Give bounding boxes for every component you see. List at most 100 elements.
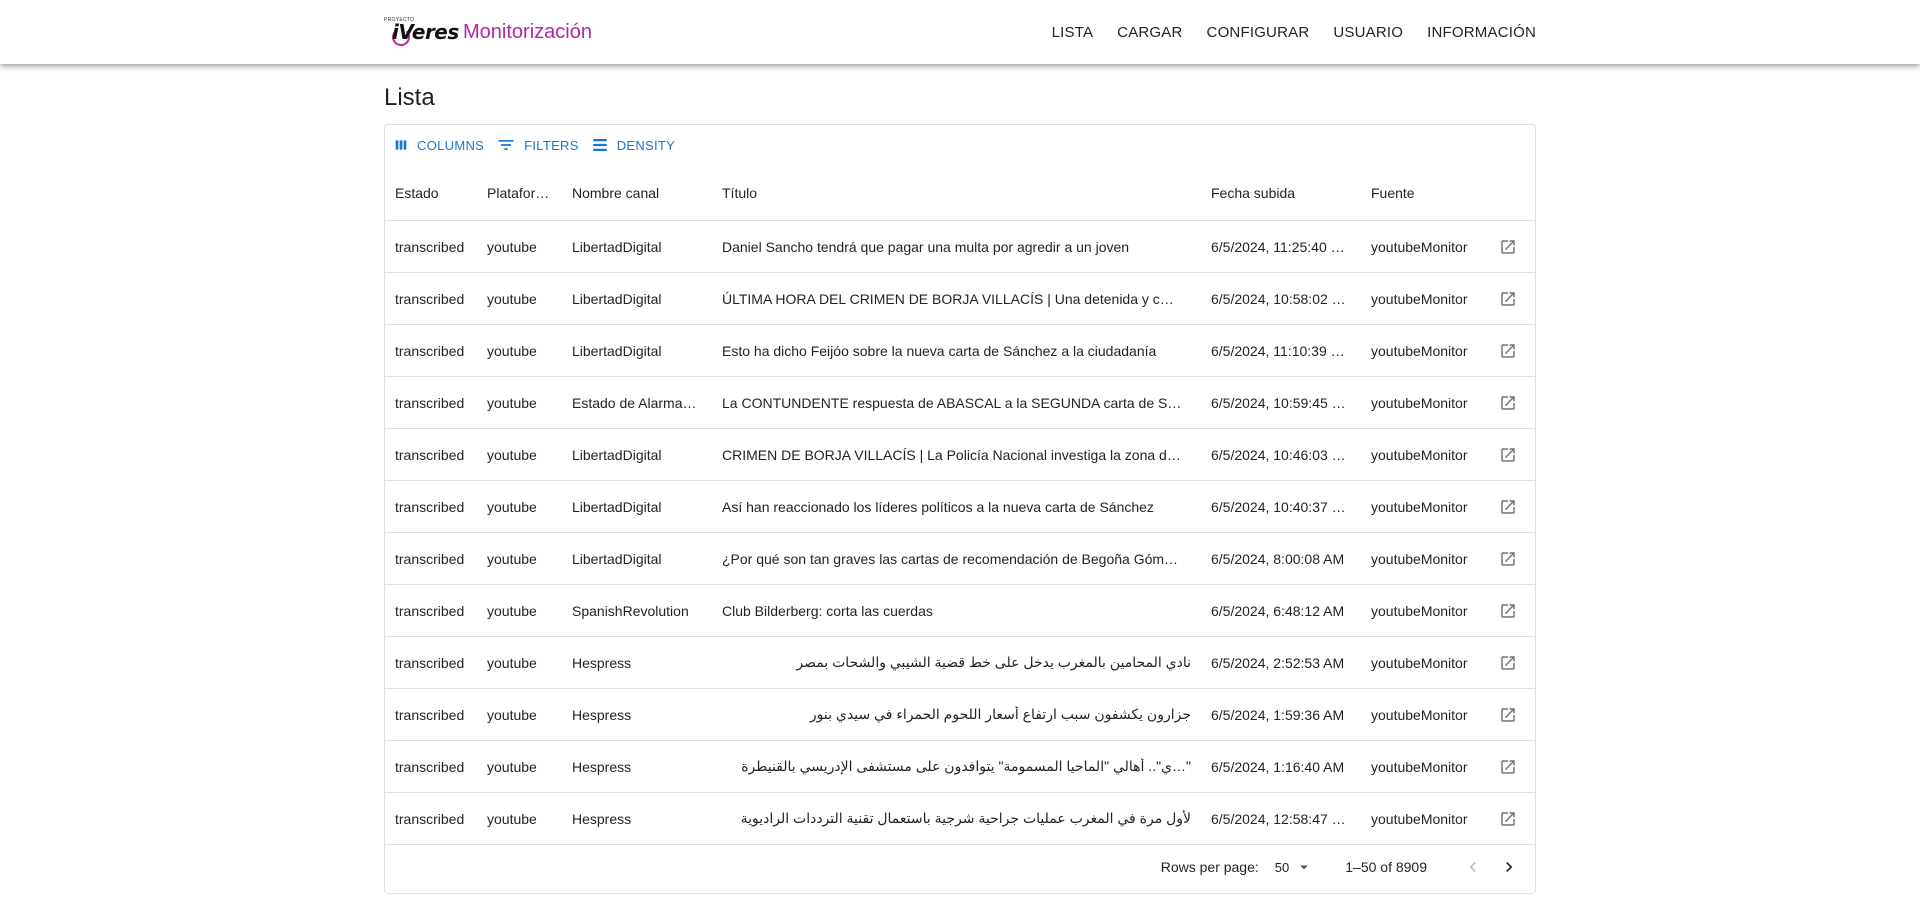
nav-item-configurar[interactable]: CONFIGURAR — [1195, 16, 1322, 49]
dropdown-arrow-icon — [1300, 865, 1308, 870]
cell-estado: transcribed — [395, 238, 465, 255]
table-row[interactable]: transcribed youtube LibertadDigital CRIM… — [385, 429, 1535, 481]
cell-fuente: youtubeMonitor — [1371, 342, 1468, 359]
next-page-button[interactable] — [1491, 849, 1527, 885]
cell-fuente: youtubeMonitor — [1371, 810, 1468, 827]
table-row[interactable]: transcribed youtube LibertadDigital ¿Por… — [385, 533, 1535, 585]
open-in-new-icon — [1501, 343, 1515, 358]
table-row[interactable]: transcribed youtube LibertadDigital Así … — [385, 481, 1535, 533]
main-nav: LISTA CARGAR CONFIGURAR USUARIO INFORMAC… — [1040, 16, 1536, 49]
table-row[interactable]: transcribed youtube Hespress "…ي".. أهال… — [385, 741, 1535, 793]
open-in-new-button[interactable] — [1494, 701, 1522, 729]
rows-per-page-select[interactable]: 50 — [1275, 858, 1313, 876]
header-fuente[interactable]: Fuente — [1361, 185, 1481, 201]
rows-per-page-value: 50 — [1274, 859, 1290, 875]
cell-estado: transcribed — [395, 810, 465, 827]
columns-icon — [395, 140, 407, 150]
cell-actions — [1481, 597, 1535, 625]
table-row[interactable]: transcribed youtube Hespress لأول مرة في… — [385, 793, 1535, 845]
app-title[interactable]: Monitorización — [463, 21, 592, 44]
app-bar: PROYECTO iVeres Monitorización LISTA CAR… — [0, 0, 1920, 64]
open-in-new-icon — [1501, 759, 1515, 774]
page-title: Lista — [384, 84, 435, 111]
open-in-new-button[interactable] — [1494, 753, 1522, 781]
table-row[interactable]: transcribed youtube LibertadDigital Esto… — [385, 325, 1535, 377]
table-row[interactable]: transcribed youtube LibertadDigital Dani… — [385, 221, 1535, 273]
open-in-new-button[interactable] — [1494, 233, 1522, 261]
cell-nombre-canal: LibertadDigital — [572, 550, 662, 567]
cell-estado: transcribed — [395, 654, 465, 671]
logo-text: iVeres — [392, 20, 459, 44]
cell-fuente: youtubeMonitor — [1371, 498, 1468, 515]
open-in-new-button[interactable] — [1494, 805, 1522, 833]
table-body: transcribed youtube LibertadDigital Dani… — [385, 221, 1535, 845]
open-in-new-icon — [1501, 551, 1515, 566]
open-in-new-button[interactable] — [1494, 441, 1522, 469]
cell-nombre-canal: Hespress — [572, 758, 632, 775]
cell-nombre-canal: LibertadDigital — [572, 290, 662, 307]
open-in-new-icon — [1501, 239, 1515, 254]
open-in-new-button[interactable] — [1494, 649, 1522, 677]
cell-titulo: Esto ha dicho Feijóo sobre la nueva cart… — [722, 342, 1157, 359]
cell-actions — [1481, 649, 1535, 677]
rows-per-page-label: Rows per page: — [1160, 859, 1259, 875]
cell-fuente: youtubeMonitor — [1371, 654, 1468, 671]
app-logo[interactable]: PROYECTO iVeres — [384, 17, 459, 47]
table-row[interactable]: transcribed youtube Estado de Alarma… La… — [385, 377, 1535, 429]
cell-fuente: youtubeMonitor — [1371, 290, 1468, 307]
table-row[interactable]: transcribed youtube Hespress نادي المحام… — [385, 637, 1535, 689]
open-in-new-button[interactable] — [1494, 389, 1522, 417]
header-fecha-subida[interactable]: Fecha subida — [1201, 185, 1361, 201]
open-in-new-button[interactable] — [1494, 493, 1522, 521]
table-header: Estado Plataforma Nombre canal Título Fe… — [385, 165, 1535, 221]
cell-titulo: نادي المحامين بالمغرب يدخل على خط قضية ا… — [796, 654, 1191, 670]
data-grid: Columns Filters Density Estado Plataform… — [384, 124, 1536, 894]
nav-item-cargar[interactable]: CARGAR — [1105, 16, 1194, 49]
cell-actions — [1481, 493, 1535, 521]
open-in-new-icon — [1501, 291, 1515, 306]
cell-nombre-canal: Hespress — [572, 654, 632, 671]
open-in-new-icon — [1501, 603, 1515, 618]
cell-estado: transcribed — [395, 706, 465, 723]
table-row[interactable]: transcribed youtube SpanishRevolution Cl… — [385, 585, 1535, 637]
cell-plataforma: youtube — [487, 446, 537, 463]
cell-plataforma: youtube — [487, 654, 537, 671]
open-in-new-icon — [1501, 811, 1515, 826]
columns-button[interactable]: Columns — [393, 133, 492, 157]
cell-fecha-subida: 6/5/2024, 1:16:40 AM — [1211, 758, 1345, 775]
cell-titulo: Daniel Sancho tendrá que pagar una multa… — [722, 238, 1130, 255]
cell-nombre-canal: LibertadDigital — [572, 342, 662, 359]
cell-actions — [1481, 337, 1535, 365]
cell-titulo: ÚLTIMA HORA DEL CRIMEN DE BORJA VILLACÍS… — [722, 290, 1174, 307]
open-in-new-button[interactable] — [1494, 597, 1522, 625]
table-row[interactable]: transcribed youtube LibertadDigital ÚLTI… — [385, 273, 1535, 325]
table-row[interactable]: transcribed youtube Hespress جزارون يكشف… — [385, 689, 1535, 741]
cell-estado: transcribed — [395, 602, 465, 619]
cell-titulo: La CONTUNDENTE respuesta de ABASCAL a la… — [722, 394, 1182, 411]
density-button[interactable]: Density — [591, 132, 683, 158]
open-in-new-button[interactable] — [1494, 285, 1522, 313]
nav-item-lista[interactable]: LISTA — [1040, 16, 1106, 49]
header-titulo[interactable]: Título — [712, 185, 1201, 201]
nav-item-informacion[interactable]: INFORMACIÓN — [1415, 16, 1536, 49]
cell-plataforma: youtube — [487, 290, 537, 307]
filter-icon — [498, 140, 514, 150]
open-in-new-button[interactable] — [1494, 545, 1522, 573]
previous-page-button[interactable] — [1455, 849, 1491, 885]
cell-nombre-canal: LibertadDigital — [572, 498, 662, 515]
open-in-new-button[interactable] — [1494, 337, 1522, 365]
header-nombre-canal[interactable]: Nombre canal — [562, 185, 712, 201]
filters-button[interactable]: Filters — [496, 131, 587, 159]
cell-fecha-subida: 6/5/2024, 10:59:45 … — [1211, 394, 1346, 411]
cell-nombre-canal: LibertadDigital — [572, 446, 662, 463]
cell-fecha-subida: 6/5/2024, 12:58:47 … — [1211, 810, 1346, 827]
cell-plataforma: youtube — [487, 810, 537, 827]
header-plataforma[interactable]: Plataforma — [477, 185, 562, 201]
cell-fuente: youtubeMonitor — [1371, 550, 1468, 567]
nav-item-usuario[interactable]: USUARIO — [1321, 16, 1415, 49]
header-estado[interactable]: Estado — [385, 185, 477, 201]
cell-plataforma: youtube — [487, 602, 537, 619]
cell-estado: transcribed — [395, 446, 465, 463]
cell-titulo: لأول مرة في المغرب عمليات جراحية شرجية ب… — [740, 810, 1191, 826]
cell-titulo: جزارون يكشفون سبب ارتفاع أسعار اللحوم ال… — [809, 706, 1191, 722]
